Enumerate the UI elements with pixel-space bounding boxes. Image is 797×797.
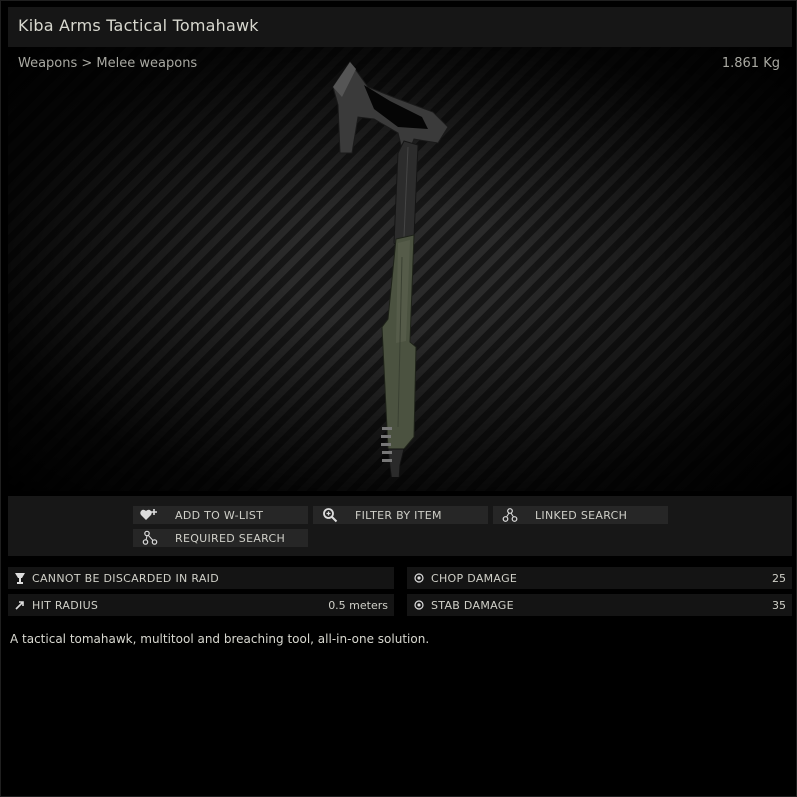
filter-by-item-label: FILTER BY ITEM <box>355 508 442 522</box>
title-bar[interactable]: Kiba Arms Tactical Tomahawk <box>8 7 792 47</box>
required-search-button[interactable]: REQUIRED SEARCH <box>133 529 308 547</box>
property-hit-radius-value: 0.5 meters <box>328 598 388 612</box>
property-hit-radius: HIT RADIUS 0.5 meters <box>8 594 394 616</box>
heart-plus-icon <box>133 506 167 524</box>
property-stab-damage-label: STAB DAMAGE <box>431 598 514 612</box>
tomahawk-image <box>332 61 449 477</box>
property-stab-damage: STAB DAMAGE 35 <box>407 594 792 616</box>
item-title: Kiba Arms Tactical Tomahawk <box>18 16 259 35</box>
filter-by-item-button[interactable]: FILTER BY ITEM <box>313 506 488 524</box>
linked-search-label: LINKED SEARCH <box>535 508 628 522</box>
required-nodes-icon <box>133 529 167 547</box>
property-discard-label: CANNOT BE DISCARDED IN RAID <box>32 571 219 585</box>
add-to-wlist-button[interactable]: ADD TO W-LIST <box>133 506 308 524</box>
target-icon <box>407 600 431 610</box>
property-chop-damage: CHOP DAMAGE 25 <box>407 567 792 589</box>
property-hit-radius-label: HIT RADIUS <box>32 598 99 612</box>
breadcrumb: Weapons > Melee weapons <box>18 56 198 71</box>
action-bar: ADD TO W-LIST FILTER BY ITEM LINKED SEAR… <box>8 496 792 556</box>
item-preview <box>8 47 792 491</box>
property-chop-damage-value: 25 <box>772 571 786 585</box>
item-inspect-window: Kiba Arms Tactical Tomahawk Weapons > Me… <box>0 0 797 797</box>
property-chop-damage-label: CHOP DAMAGE <box>431 571 518 585</box>
property-discard: CANNOT BE DISCARDED IN RAID <box>8 567 394 589</box>
linked-nodes-icon <box>493 506 527 524</box>
property-stab-damage-value: 35 <box>772 598 786 612</box>
item-description: A tactical tomahawk, multitool and breac… <box>10 632 430 646</box>
target-icon <box>407 573 431 583</box>
magnifier-plus-icon <box>313 506 347 524</box>
linked-search-button[interactable]: LINKED SEARCH <box>493 506 668 524</box>
arrow-diagonal-icon <box>8 600 32 610</box>
required-search-label: REQUIRED SEARCH <box>175 531 286 545</box>
goblet-icon <box>8 572 32 585</box>
item-weight: 1.861 Kg <box>721 56 780 71</box>
add-to-wlist-label: ADD TO W-LIST <box>175 508 264 522</box>
